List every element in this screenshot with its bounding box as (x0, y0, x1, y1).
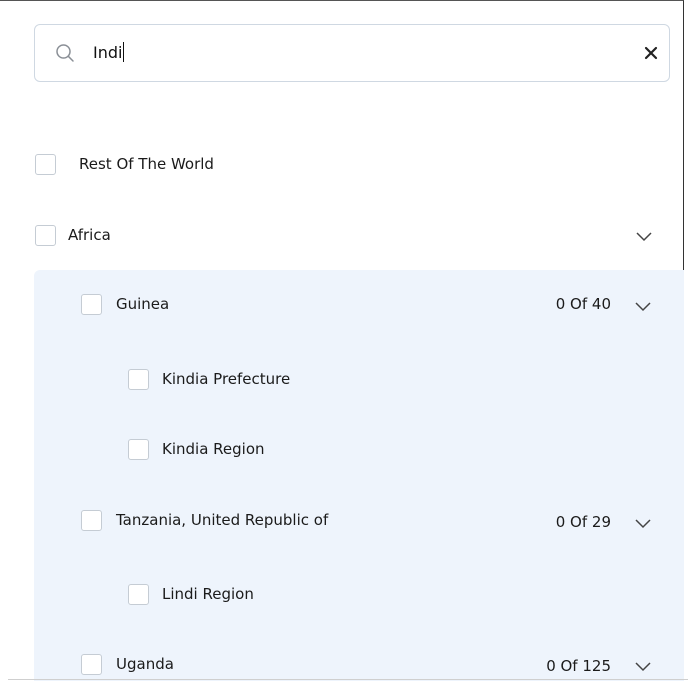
count-tanzania: 0 Of 29 (555, 513, 611, 531)
label-kindia-region: Kindia Region (162, 440, 265, 458)
checkbox-africa[interactable] (35, 225, 56, 246)
checkbox-uganda[interactable] (81, 654, 102, 675)
label-lindi-region: Lindi Region (162, 585, 254, 603)
label-africa: Africa (68, 226, 111, 244)
checkbox-kindia-prefecture[interactable] (128, 369, 149, 390)
text-caret (123, 42, 125, 62)
label-guinea: Guinea (116, 295, 170, 313)
search-query[interactable]: Indi (93, 42, 125, 62)
label-tanzania: Tanzania, United Republic of (116, 511, 329, 529)
checkbox-rest-of-the-world[interactable] (35, 154, 56, 175)
search-input[interactable]: Indi (34, 24, 670, 82)
chevron-down-icon[interactable] (635, 230, 653, 242)
label-uganda: Uganda (116, 655, 174, 673)
close-icon[interactable] (639, 38, 663, 66)
count-guinea: 0 Of 40 (555, 295, 611, 313)
bottom-divider (8, 679, 688, 680)
checkbox-tanzania[interactable] (81, 510, 102, 531)
count-uganda: 0 Of 125 (546, 657, 611, 675)
chevron-down-icon[interactable] (634, 517, 652, 529)
chevron-down-icon[interactable] (634, 660, 652, 672)
chevron-down-icon[interactable] (634, 300, 652, 312)
checkbox-lindi-region[interactable] (128, 584, 149, 605)
checkbox-kindia-region[interactable] (128, 439, 149, 460)
africa-children-panel (34, 270, 684, 681)
search-icon (55, 43, 75, 63)
label-rest-of-the-world: Rest Of The World (79, 155, 214, 173)
label-kindia-prefecture: Kindia Prefecture (162, 370, 291, 388)
checkbox-guinea[interactable] (81, 294, 102, 315)
